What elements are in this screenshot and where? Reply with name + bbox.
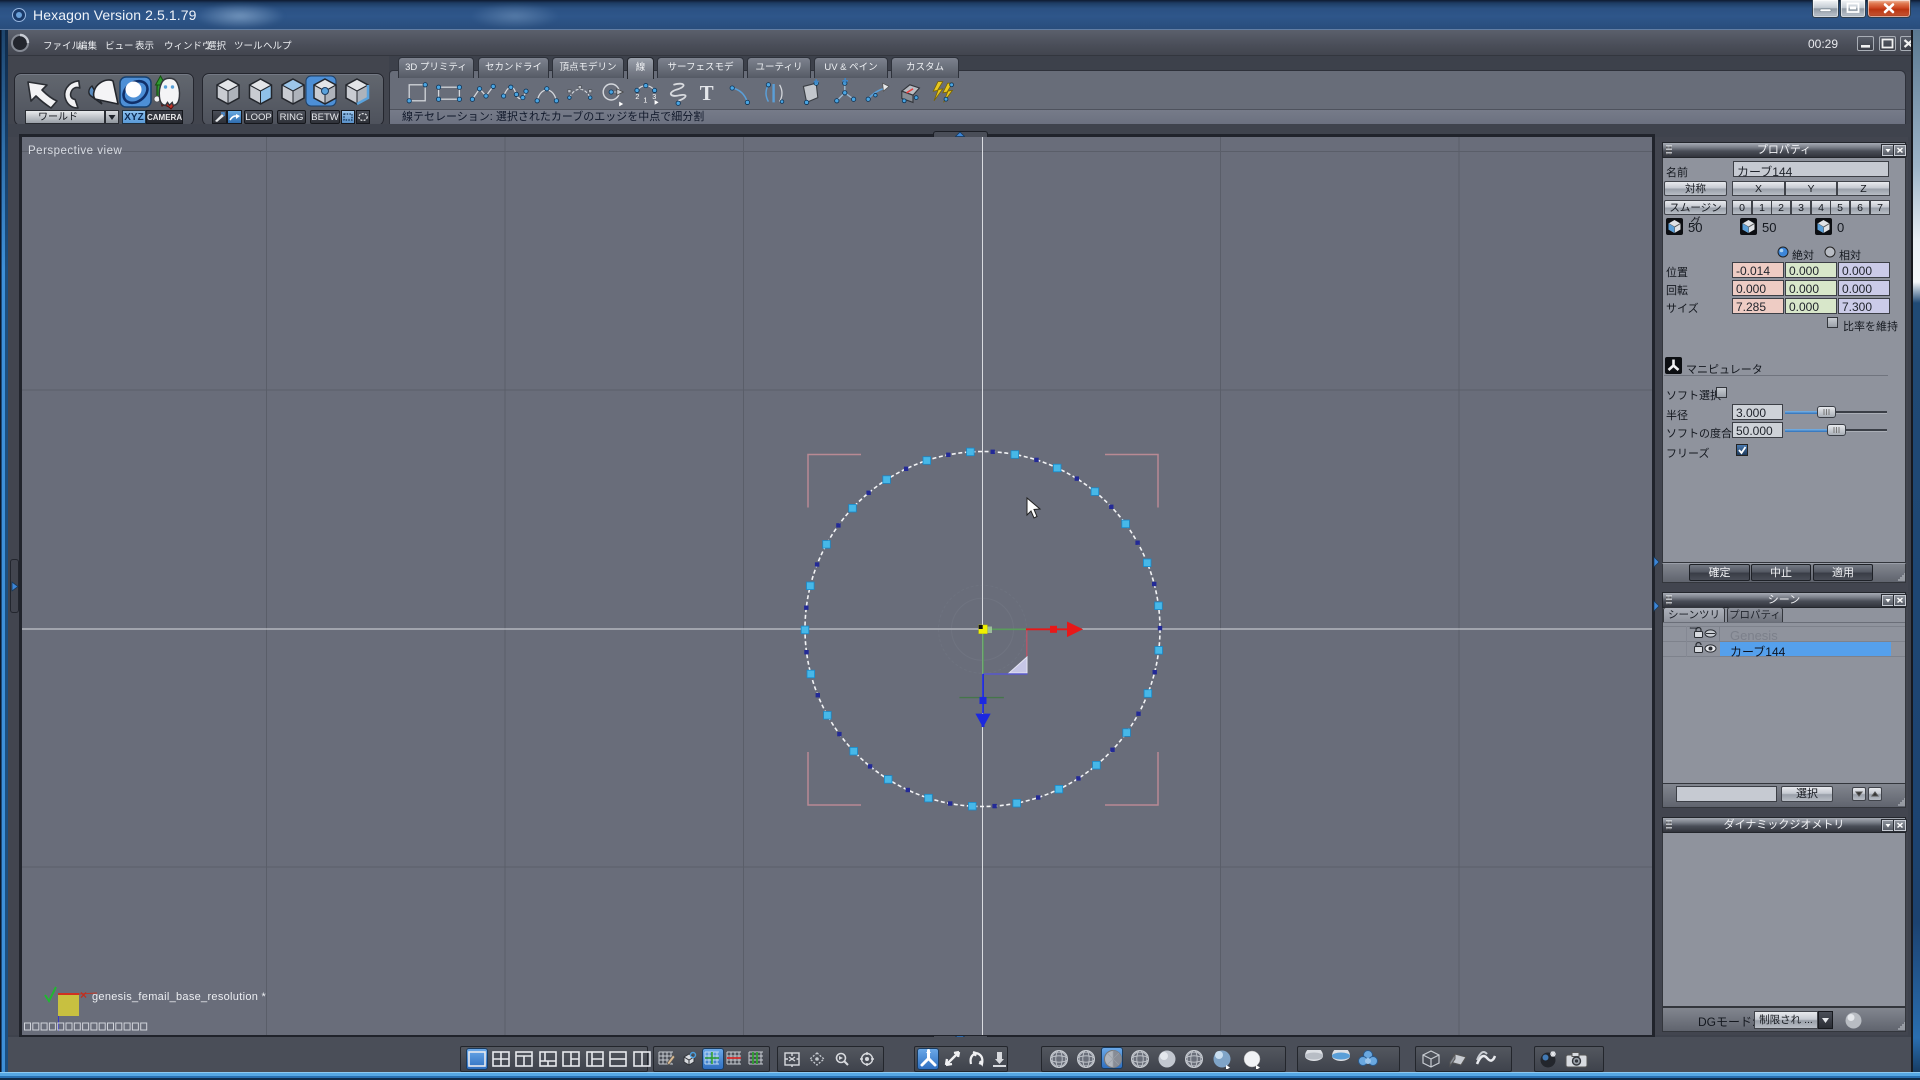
svg-text:T: T bbox=[700, 82, 714, 105]
svg-text:×: × bbox=[80, 988, 87, 1002]
svg-text:Perspective view: Perspective view bbox=[28, 145, 122, 157]
svg-text:3: 3 bbox=[652, 92, 656, 101]
svg-text:genesis_femail_base_resolution: genesis_femail_base_resolution * bbox=[92, 991, 267, 1003]
svg-text:2: 2 bbox=[635, 92, 639, 101]
svg-text:1: 1 bbox=[643, 95, 647, 104]
